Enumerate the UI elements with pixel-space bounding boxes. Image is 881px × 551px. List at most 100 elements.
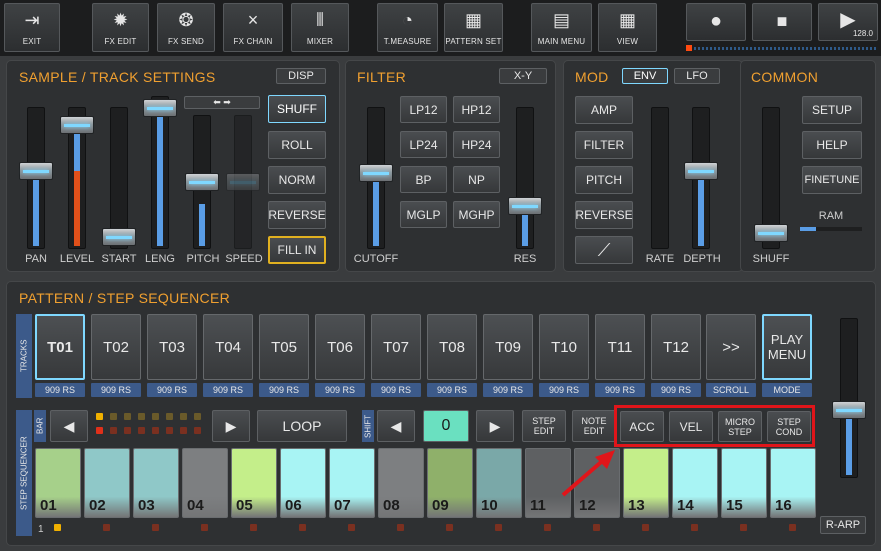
scroll-button[interactable]: >>: [706, 314, 756, 380]
track-button[interactable]: T09: [483, 314, 533, 380]
start-slider[interactable]: [102, 107, 136, 249]
speed-slider[interactable]: [226, 115, 260, 249]
rate-slider[interactable]: [651, 107, 669, 249]
song-position-bar[interactable]: [694, 47, 878, 50]
fx-chain-button[interactable]: × FX CHAIN: [223, 3, 283, 52]
step-pad[interactable]: 08: [378, 448, 424, 518]
micro-step-button[interactable]: MICRO STEP: [718, 411, 762, 442]
track-button[interactable]: T05: [259, 314, 309, 380]
shuff-slider-handle[interactable]: [754, 224, 788, 242]
depth-slider[interactable]: [684, 107, 718, 249]
help-button[interactable]: HELP: [802, 131, 862, 159]
track-button[interactable]: T04: [203, 314, 253, 380]
mixer-button[interactable]: ⫴ MIXER: [291, 3, 349, 52]
cutoff-slider[interactable]: [359, 107, 393, 249]
track-button[interactable]: T02: [91, 314, 141, 380]
step-pad[interactable]: 16: [770, 448, 816, 518]
stop-button[interactable]: ■: [752, 3, 812, 41]
hp24-button[interactable]: HP24: [453, 131, 500, 158]
fill-in-button[interactable]: FILL IN: [268, 236, 326, 264]
step-pad[interactable]: 06: [280, 448, 326, 518]
level-slider-handle[interactable]: [60, 116, 94, 134]
disp-button[interactable]: DISP: [276, 68, 326, 84]
norm-button[interactable]: NORM: [268, 166, 326, 194]
leng-slider[interactable]: [143, 96, 177, 249]
r-arp-button[interactable]: R-ARP: [820, 516, 866, 534]
vel-button[interactable]: VEL: [669, 411, 713, 442]
lp12-button[interactable]: LP12: [400, 96, 447, 123]
hp12-button[interactable]: HP12: [453, 96, 500, 123]
nudge-arrows[interactable]: ⬅ ➡: [184, 96, 260, 109]
pan-slider-handle[interactable]: [19, 162, 53, 180]
mod-reverse-button[interactable]: REVERSE: [575, 201, 633, 229]
main-menu-button[interactable]: ▤ MAIN MENU: [531, 3, 592, 52]
r-arp-slider[interactable]: [832, 318, 866, 478]
setup-button[interactable]: SETUP: [802, 96, 862, 124]
track-button[interactable]: T08: [427, 314, 477, 380]
step-cond-button[interactable]: STEP COND: [767, 411, 811, 442]
track-button[interactable]: T07: [371, 314, 421, 380]
mod-filter-button[interactable]: FILTER: [575, 131, 633, 159]
finetune-button[interactable]: FINETUNE: [802, 166, 862, 194]
lp24-button[interactable]: LP24: [400, 131, 447, 158]
bar-next-button[interactable]: ▶: [212, 410, 250, 442]
step-pad[interactable]: 04: [182, 448, 228, 518]
step-pad[interactable]: 07: [329, 448, 375, 518]
step-pad[interactable]: 09: [427, 448, 473, 518]
reverse-button[interactable]: REVERSE: [268, 201, 326, 229]
shuff-button[interactable]: SHUFF: [268, 95, 326, 123]
bp-button[interactable]: BP: [400, 166, 447, 193]
res-slider[interactable]: [508, 107, 542, 249]
step-pad[interactable]: 13: [623, 448, 669, 518]
record-button[interactable]: ●: [686, 3, 746, 41]
step-pad[interactable]: 03: [133, 448, 179, 518]
env-tab[interactable]: ENV: [622, 68, 668, 84]
play-menu-button[interactable]: PLAY MENU: [762, 314, 812, 380]
track-button[interactable]: T12: [651, 314, 701, 380]
shift-right-button[interactable]: ▶: [476, 410, 514, 442]
note-edit-button[interactable]: NOTE EDIT: [572, 410, 616, 442]
pattern-set-button[interactable]: ▦ PATTERN SET: [444, 3, 503, 52]
depth-slider-handle[interactable]: [684, 162, 718, 180]
track-button[interactable]: T11: [595, 314, 645, 380]
xy-button[interactable]: X-Y: [499, 68, 547, 84]
step-pad[interactable]: 14: [672, 448, 718, 518]
step-pad[interactable]: 05: [231, 448, 277, 518]
speed-slider-handle[interactable]: [226, 173, 260, 191]
shift-left-button[interactable]: ◀: [377, 410, 415, 442]
loop-button[interactable]: LOOP: [257, 410, 347, 442]
step-pad[interactable]: 15: [721, 448, 767, 518]
np-button[interactable]: NP: [453, 166, 500, 193]
amp-button[interactable]: AMP: [575, 96, 633, 124]
cutoff-slider-handle[interactable]: [359, 164, 393, 182]
r-arp-slider-handle[interactable]: [832, 401, 866, 419]
pitch-slider[interactable]: [185, 115, 219, 249]
track-button[interactable]: T06: [315, 314, 365, 380]
roll-button[interactable]: ROLL: [268, 131, 326, 159]
envelope-shape-button[interactable]: ⟋: [575, 236, 633, 264]
t-measure-button[interactable]: ◔ T.MEASURE: [377, 3, 438, 52]
exit-button[interactable]: ⇥ EXIT: [4, 3, 60, 52]
pan-slider[interactable]: [19, 107, 53, 249]
pitch-slider-handle[interactable]: [185, 173, 219, 191]
play-button[interactable]: ▶ 128.0: [818, 3, 878, 41]
step-edit-button[interactable]: STEP EDIT: [522, 410, 566, 442]
acc-button[interactable]: ACC: [620, 411, 664, 442]
level-slider[interactable]: [60, 107, 94, 249]
start-slider-handle[interactable]: [102, 228, 136, 246]
leng-slider-handle[interactable]: [143, 99, 177, 117]
step-pad[interactable]: 01: [35, 448, 81, 518]
track-button[interactable]: T03: [147, 314, 197, 380]
fx-edit-button[interactable]: ✹ FX EDIT: [92, 3, 149, 52]
view-button[interactable]: ▦ VIEW: [598, 3, 657, 52]
bar-prev-button[interactable]: ◀: [50, 410, 88, 442]
track-button[interactable]: T01: [35, 314, 85, 380]
mghp-button[interactable]: MGHP: [453, 201, 500, 228]
res-slider-handle[interactable]: [508, 197, 542, 215]
shuff-slider[interactable]: [754, 107, 788, 249]
step-pad[interactable]: 02: [84, 448, 130, 518]
fx-send-button[interactable]: ❂ FX SEND: [157, 3, 215, 52]
mglp-button[interactable]: MGLP: [400, 201, 447, 228]
step-pad[interactable]: 10: [476, 448, 522, 518]
track-button[interactable]: T10: [539, 314, 589, 380]
